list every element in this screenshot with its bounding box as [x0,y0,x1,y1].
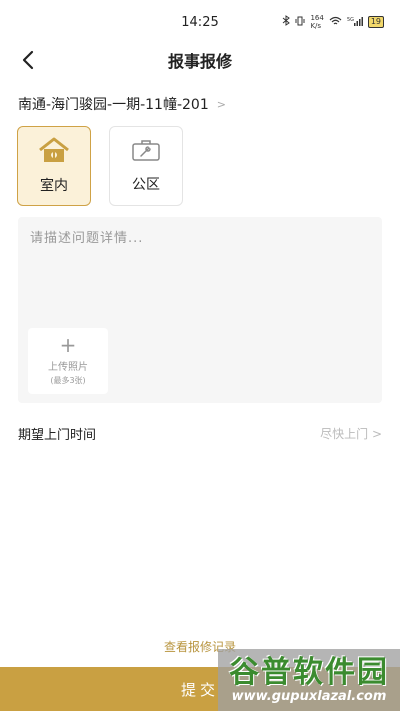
page-title: 报事报修 [167,52,232,71]
nav-bar: 报事报修 [0,40,400,80]
toolbox-icon [131,138,161,166]
upload-label: 上传照片 [48,362,88,373]
speed-value: 164 [310,14,324,22]
status-time: 14:25 [181,14,219,30]
visit-time-row[interactable]: 期望上门时间 尽快上门 > [18,420,382,446]
submit-label: 提交 [180,680,219,699]
category-indoor[interactable]: 室内 [17,126,91,206]
speed-unit: K/s [310,22,322,30]
address-text: 南通-海门骏园-一期-11幢-201 [18,97,209,113]
upload-photo-button[interactable]: + 上传照片 (最多3张) [28,328,108,394]
back-button[interactable] [14,46,42,74]
wifi-icon [329,16,342,29]
category-public-label: 公区 [132,177,160,193]
description-input[interactable] [28,225,376,329]
description-panel: + 上传照片 (最多3张) [18,217,382,403]
vibrate-icon [295,16,305,29]
status-bar: 14:25 164 K/s 5G 19 [0,0,400,44]
signal-icon: 5G [347,16,363,29]
category-public[interactable]: 公区 [109,126,183,206]
watermark-logo: 谷普软件园 www.gupuxlazal.com [218,649,400,711]
battery-indicator: 19 [367,16,384,28]
address-selector[interactable]: 南通-海门骏园-一期-11幢-201 > [18,94,226,114]
chevron-left-icon [22,50,34,70]
bluetooth-icon [282,15,291,29]
svg-text:5G: 5G [347,17,354,23]
visit-time-label: 期望上门时间 [18,427,97,443]
upload-hint: (最多3张) [50,376,86,385]
category-indoor-label: 室内 [40,178,68,194]
plus-icon: + [59,333,77,357]
status-icons: 164 K/s 5G 19 [282,14,384,30]
watermark-url: www.gupuxlazal.com [231,688,387,704]
visit-time-value: 尽快上门 > [320,426,382,441]
chevron-right-icon: > [216,97,226,111]
repair-report-page: 14:25 164 K/s 5G 19 报事报修 南通-海门骏园-一期-11幢-… [0,0,400,711]
network-speed: 164 K/s [310,14,323,30]
watermark-main: 谷普软件园 [229,654,389,690]
house-wrench-icon [38,137,70,167]
